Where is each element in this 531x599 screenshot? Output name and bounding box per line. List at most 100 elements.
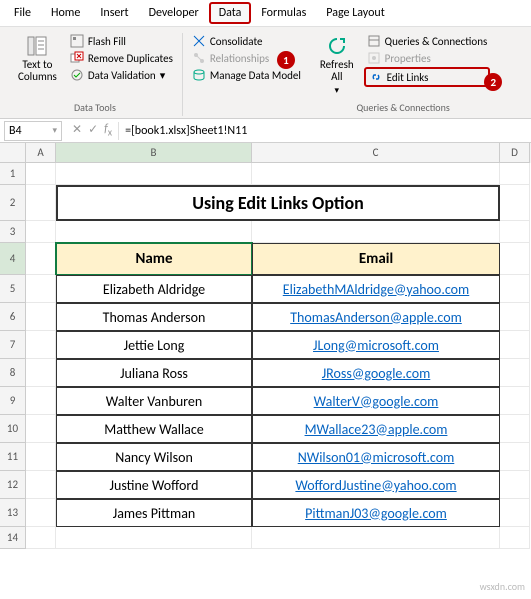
table-cell-email[interactable]: NWilson01@microsoft.com	[252, 443, 500, 471]
col-head-d[interactable]: D	[500, 143, 530, 163]
email-link[interactable]: PittmanJ03@google.com	[305, 505, 447, 522]
row-head[interactable]: 6	[0, 303, 26, 331]
row-head[interactable]: 2	[0, 185, 26, 221]
menu-page-layout[interactable]: Page Layout	[316, 2, 394, 24]
email-link[interactable]: JRoss@google.com	[322, 365, 431, 382]
edit-links-button[interactable]: Edit Links	[364, 67, 491, 87]
cell[interactable]	[500, 221, 530, 243]
row-head[interactable]: 1	[0, 163, 26, 185]
cell[interactable]	[26, 527, 56, 549]
cell[interactable]	[500, 185, 530, 221]
cell[interactable]	[500, 359, 530, 387]
table-cell-name[interactable]: Matthew Wallace	[56, 415, 252, 443]
cell[interactable]	[26, 499, 56, 527]
manage-data-model-button[interactable]: Manage Data Model	[189, 67, 304, 83]
cell[interactable]	[26, 221, 56, 243]
row-head[interactable]: 3	[0, 221, 26, 243]
cell[interactable]	[500, 415, 530, 443]
remove-duplicates-button[interactable]: Remove Duplicates	[67, 50, 176, 66]
table-cell-email[interactable]: MWallace23@apple.com	[252, 415, 500, 443]
sheet-title[interactable]: Using Edit Links Option	[56, 185, 500, 221]
table-cell-email[interactable]: WalterV@google.com	[252, 387, 500, 415]
text-to-columns-button[interactable]: Text to Columns	[14, 33, 61, 85]
email-link[interactable]: ThomasAnderson@apple.com	[290, 309, 462, 326]
cell[interactable]	[252, 163, 500, 185]
menu-file[interactable]: File	[4, 2, 41, 24]
cell[interactable]	[252, 527, 500, 549]
table-cell-email[interactable]: JRoss@google.com	[252, 359, 500, 387]
row-head[interactable]: 5	[0, 275, 26, 303]
menu-home[interactable]: Home	[41, 2, 90, 24]
table-cell-name[interactable]: Elizabeth Aldridge	[56, 275, 252, 303]
cell[interactable]	[26, 471, 56, 499]
row-head[interactable]: 11	[0, 443, 26, 471]
col-head-c[interactable]: C	[252, 143, 500, 163]
table-cell-name[interactable]: Walter Vanburen	[56, 387, 252, 415]
table-cell-name[interactable]: Thomas Anderson	[56, 303, 252, 331]
menu-developer[interactable]: Developer	[139, 2, 209, 24]
cell[interactable]	[56, 221, 252, 243]
table-cell-name[interactable]: Juliana Ross	[56, 359, 252, 387]
table-cell-email[interactable]: JLong@microsoft.com	[252, 331, 500, 359]
cell[interactable]	[500, 527, 530, 549]
row-head[interactable]: 13	[0, 499, 26, 527]
cell[interactable]	[252, 221, 500, 243]
name-box[interactable]: B4 ▾	[4, 121, 62, 141]
row-head[interactable]: 8	[0, 359, 26, 387]
table-cell-name[interactable]: Justine Wofford	[56, 471, 252, 499]
row-head[interactable]: 12	[0, 471, 26, 499]
email-link[interactable]: WalterV@google.com	[314, 393, 439, 410]
cell[interactable]	[26, 415, 56, 443]
table-cell-name[interactable]: James Pittman	[56, 499, 252, 527]
menu-insert[interactable]: Insert	[90, 2, 138, 24]
col-head-a[interactable]: A	[26, 143, 56, 163]
cell[interactable]	[500, 303, 530, 331]
select-all-corner[interactable]	[0, 143, 26, 163]
cancel-icon[interactable]: ✕	[72, 122, 82, 138]
cell[interactable]	[500, 387, 530, 415]
menu-formulas[interactable]: Formulas	[251, 2, 316, 24]
email-link[interactable]: JLong@microsoft.com	[313, 337, 439, 354]
properties-button[interactable]: Properties	[364, 50, 491, 66]
cell[interactable]	[26, 359, 56, 387]
email-link[interactable]: MWallace23@apple.com	[305, 421, 448, 438]
cell[interactable]	[500, 331, 530, 359]
cell[interactable]	[26, 443, 56, 471]
cell[interactable]	[500, 471, 530, 499]
email-link[interactable]: ElizabethMAldridge@yahoo.com	[283, 281, 469, 298]
header-name[interactable]: Name	[56, 243, 252, 275]
cell[interactable]	[500, 163, 530, 185]
fx-icon[interactable]: fx	[104, 122, 112, 138]
table-cell-name[interactable]: Jettie Long	[56, 331, 252, 359]
table-cell-email[interactable]: WoffordJustine@yahoo.com	[252, 471, 500, 499]
cell[interactable]	[56, 527, 252, 549]
cell[interactable]	[26, 387, 56, 415]
col-head-b[interactable]: B	[56, 143, 252, 163]
row-head[interactable]: 14	[0, 527, 26, 549]
cell[interactable]	[500, 275, 530, 303]
cell[interactable]	[26, 243, 56, 275]
cell[interactable]	[26, 275, 56, 303]
refresh-all-button[interactable]: Refresh All ▾	[316, 33, 358, 98]
table-cell-name[interactable]: Nancy Wilson	[56, 443, 252, 471]
table-cell-email[interactable]: PittmanJ03@google.com	[252, 499, 500, 527]
row-head[interactable]: 7	[0, 331, 26, 359]
row-head[interactable]: 9	[0, 387, 26, 415]
table-cell-email[interactable]: ElizabethMAldridge@yahoo.com	[252, 275, 500, 303]
cell[interactable]	[26, 163, 56, 185]
enter-icon[interactable]: ✓	[88, 122, 98, 138]
cell[interactable]	[500, 443, 530, 471]
email-link[interactable]: WoffordJustine@yahoo.com	[295, 477, 456, 494]
cell[interactable]	[26, 185, 56, 221]
cell[interactable]	[26, 331, 56, 359]
cell[interactable]	[500, 499, 530, 527]
row-head[interactable]: 10	[0, 415, 26, 443]
queries-connections-button[interactable]: Queries & Connections	[364, 33, 491, 49]
cell[interactable]	[500, 243, 530, 275]
data-validation-button[interactable]: Data Validation ▾	[67, 67, 176, 83]
cell[interactable]	[56, 163, 252, 185]
formula-bar[interactable]: =[book1.xlsx]Sheet1!N11	[118, 122, 531, 140]
flash-fill-button[interactable]: Flash Fill	[67, 33, 176, 49]
table-cell-email[interactable]: ThomasAnderson@apple.com	[252, 303, 500, 331]
cell[interactable]	[26, 303, 56, 331]
